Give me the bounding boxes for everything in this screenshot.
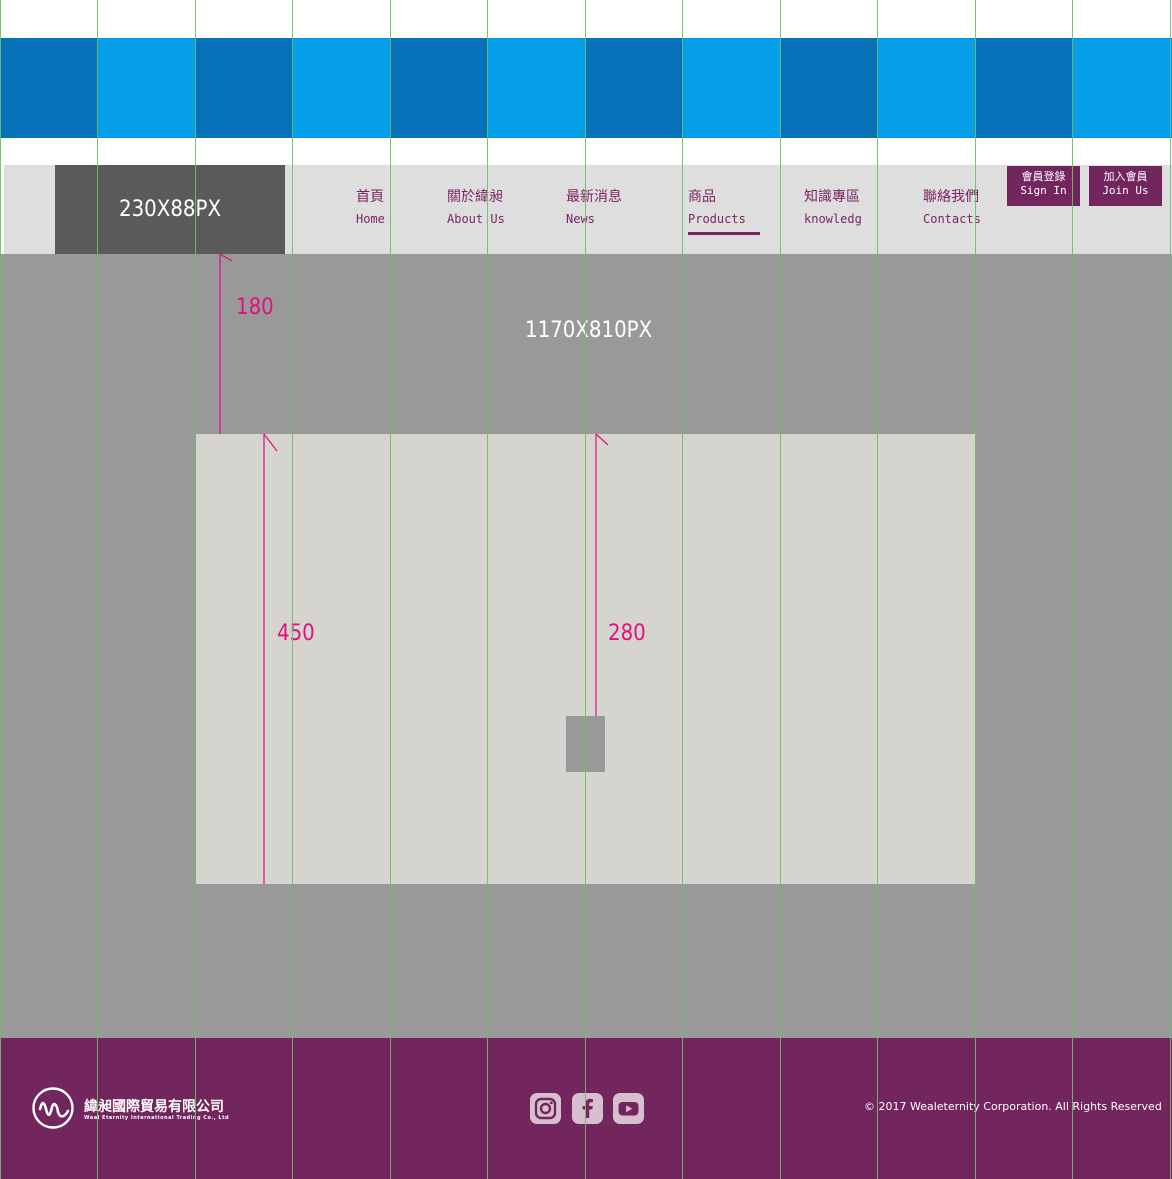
instagram-icon[interactable]: [530, 1093, 561, 1124]
measure-arrow-head: [219, 253, 233, 262]
facebook-icon[interactable]: [572, 1093, 603, 1124]
measure-label-top: 180: [236, 295, 274, 320]
measure-label-inner: 450: [277, 621, 315, 646]
measure-arrow-head: [263, 433, 278, 452]
company-logo-icon[interactable]: [31, 1087, 77, 1131]
measurement-annotations: [219, 253, 609, 884]
company-name: 緯昶國際貿易有限公司: [84, 1099, 224, 1115]
copyright-text: © 2017 Wealeternity Corporation. All Rig…: [864, 1100, 1162, 1113]
measure-label-item: 280: [608, 621, 646, 646]
measure-arrow-head: [595, 433, 609, 446]
youtube-icon[interactable]: [613, 1093, 644, 1124]
company-name-en: Weal Eternity International Trading Co.,…: [84, 1115, 230, 1121]
